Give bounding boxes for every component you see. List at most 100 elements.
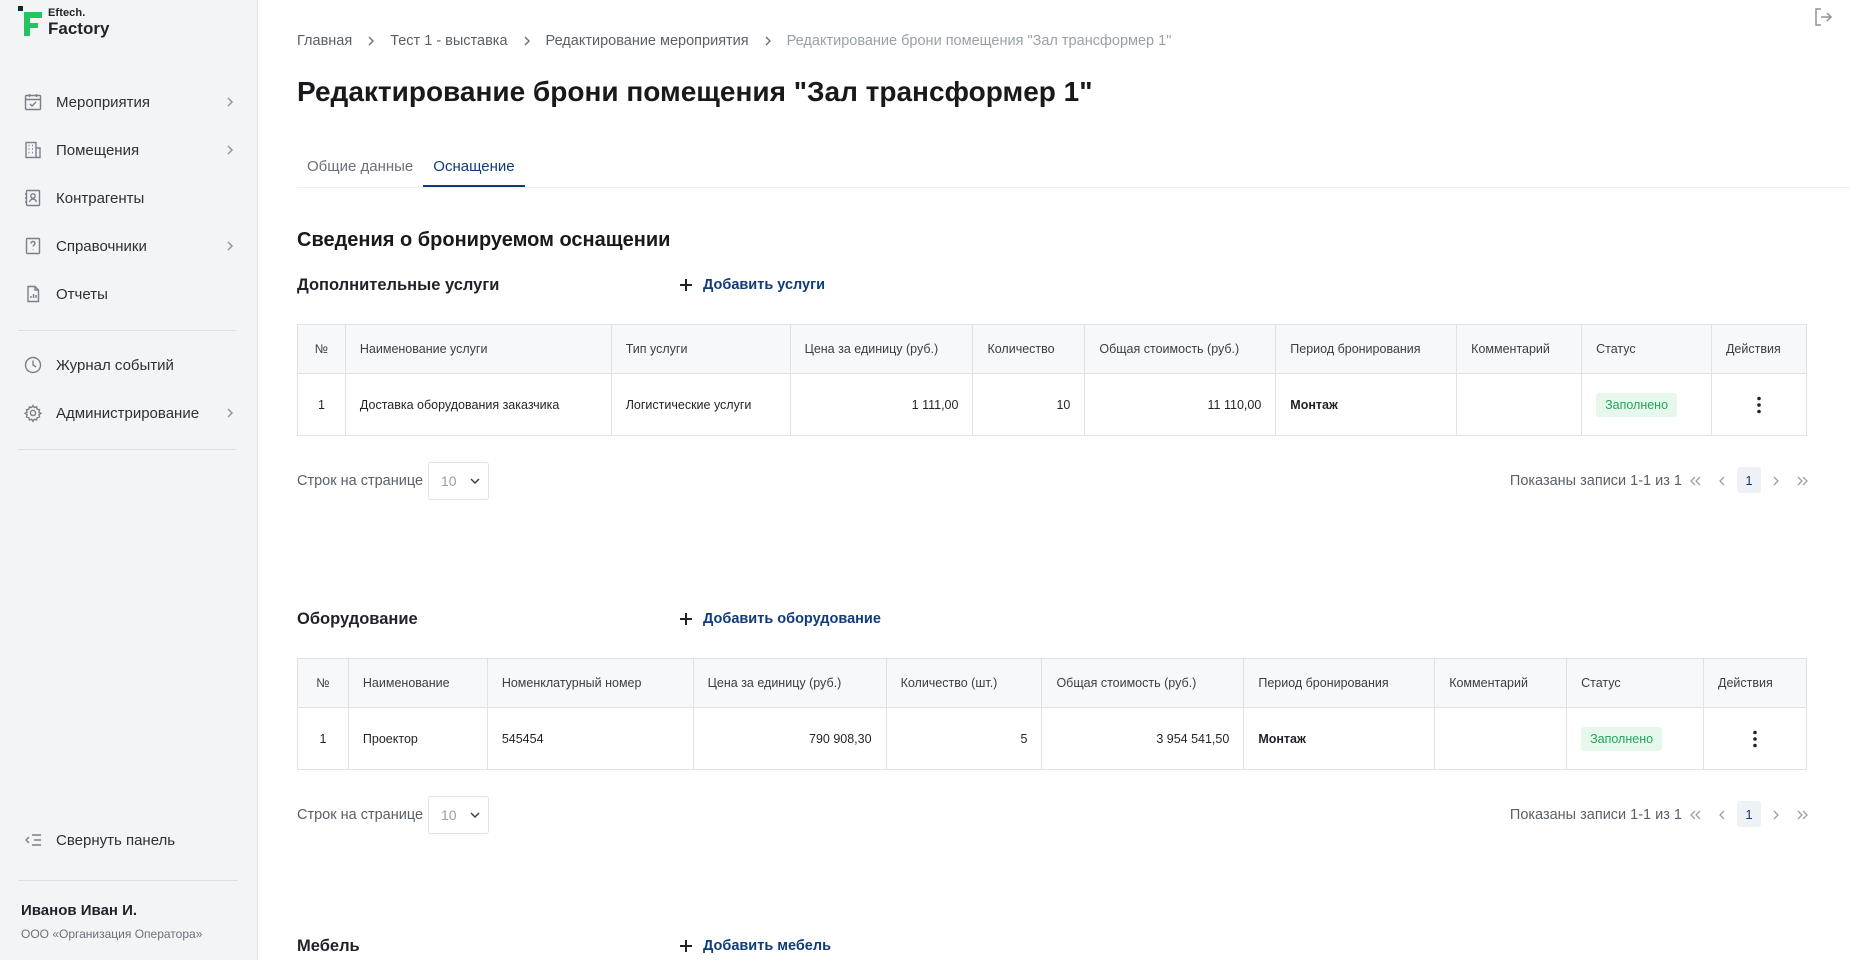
column-header: Статус bbox=[1566, 658, 1704, 708]
tab-equipment[interactable]: Оснащение bbox=[423, 150, 525, 187]
column-header: Общая стоимость (руб.) bbox=[1084, 324, 1277, 374]
tabs: Общие данные Оснащение bbox=[297, 150, 525, 187]
sidebar-item-label: Мероприятия bbox=[56, 93, 151, 111]
table-row[interactable]: 1 Проектор 545454 790 908,30 5 3 954 541… bbox=[297, 707, 1807, 770]
collapse-panel-button[interactable]: Свернуть панель bbox=[0, 816, 258, 864]
cell-equipment-name: Проектор bbox=[347, 707, 488, 770]
rows-per-page-value: 10 bbox=[441, 807, 457, 823]
services-title: Дополнительные услуги bbox=[297, 276, 500, 294]
sidebar-item-administration[interactable]: Администрирование bbox=[0, 389, 258, 437]
services-table: № Наименование услуги Тип услуги Цена за… bbox=[297, 324, 1808, 436]
rows-per-page-select[interactable]: 10 bbox=[428, 796, 489, 834]
building-icon bbox=[22, 139, 44, 161]
sidebar-item-references[interactable]: Справочники bbox=[0, 222, 258, 270]
more-vertical-icon[interactable] bbox=[1748, 394, 1770, 416]
table-header-row: № Наименование услуги Тип услуги Цена за… bbox=[297, 324, 1808, 374]
next-page-icon[interactable] bbox=[1765, 469, 1787, 493]
cell-period: Монтаж bbox=[1275, 373, 1458, 436]
rows-per-page-value: 10 bbox=[441, 473, 457, 489]
user-name: Иванов Иван И. bbox=[21, 902, 138, 919]
status-badge: Заполнено bbox=[1596, 392, 1678, 417]
column-header: Действия bbox=[1703, 658, 1807, 708]
prev-page-icon[interactable] bbox=[1711, 803, 1733, 827]
sidebar-item-label: Администрирование bbox=[56, 404, 200, 422]
sidebar-divider bbox=[18, 449, 236, 450]
user-organization: ООО «Организация Оператора» bbox=[21, 927, 203, 941]
cell-status: Заполнено bbox=[1566, 707, 1704, 770]
cell-service-type: Логистические услуги bbox=[610, 373, 791, 436]
logo-mark-icon bbox=[18, 6, 44, 38]
last-page-icon[interactable] bbox=[1791, 803, 1813, 827]
column-header: Цена за единицу (руб.) bbox=[692, 658, 887, 708]
cell-total: 11 110,00 bbox=[1084, 373, 1277, 436]
sidebar-item-reports[interactable]: Отчеты bbox=[0, 270, 258, 318]
sidebar-divider bbox=[18, 330, 236, 331]
equipment-block: Оборудование Добавить оборудование № Наи… bbox=[297, 610, 1850, 836]
last-page-icon[interactable] bbox=[1791, 469, 1813, 493]
services-pagination: Строк на странице 10 Показаны записи 1-1… bbox=[297, 462, 1808, 502]
prev-page-icon[interactable] bbox=[1711, 469, 1733, 493]
add-equipment-button[interactable]: Добавить оборудование bbox=[679, 611, 881, 627]
add-services-button[interactable]: Добавить услуги bbox=[679, 277, 825, 293]
plus-icon bbox=[680, 279, 692, 291]
column-header: Наименование услуги bbox=[344, 324, 612, 374]
add-furniture-label: Добавить мебель bbox=[703, 938, 832, 954]
sidebar-item-label: Помещения bbox=[56, 141, 140, 159]
sidebar-item-event-log[interactable]: Журнал событий bbox=[0, 341, 258, 389]
cell-quantity: 10 bbox=[972, 373, 1086, 436]
tab-general[interactable]: Общие данные bbox=[297, 150, 423, 187]
contacts-icon bbox=[22, 187, 44, 209]
calendar-check-icon bbox=[22, 91, 44, 113]
collapse-panel-label: Свернуть панель bbox=[56, 831, 176, 849]
cell-unit-price: 1 111,00 bbox=[789, 373, 974, 436]
cell-comment bbox=[1456, 373, 1583, 436]
main-content: Главная Тест 1 - выставка Редактирование… bbox=[258, 0, 1850, 960]
rows-per-page-select[interactable]: 10 bbox=[428, 462, 489, 500]
column-header: Комментарий bbox=[1434, 658, 1568, 708]
column-header: Количество bbox=[972, 324, 1086, 374]
cell-comment bbox=[1434, 707, 1568, 770]
logout-icon[interactable] bbox=[1812, 6, 1834, 28]
user-info: Иванов Иван И. ООО «Организация Оператор… bbox=[21, 902, 202, 941]
table-header-row: № Наименование Номенклатурный номер Цена… bbox=[297, 658, 1807, 708]
equipment-pagination: Строк на странице 10 Показаны записи 1-1… bbox=[297, 796, 1808, 836]
first-page-icon[interactable] bbox=[1685, 803, 1707, 827]
more-vertical-icon[interactable] bbox=[1744, 728, 1766, 750]
brand-line1: Eftech. bbox=[48, 6, 86, 19]
cell-total: 3 954 541,50 bbox=[1041, 707, 1245, 770]
rows-per-page-label: Строк на странице bbox=[297, 473, 424, 489]
chevron-down-icon bbox=[470, 478, 480, 485]
first-page-icon[interactable] bbox=[1685, 469, 1707, 493]
chevron-right-icon bbox=[765, 36, 771, 46]
sidebar-item-rooms[interactable]: Помещения bbox=[0, 126, 258, 174]
table-row[interactable]: 1 Доставка оборудования заказчика Логист… bbox=[297, 373, 1808, 436]
collapse-menu-icon bbox=[22, 829, 44, 851]
breadcrumb-edit-event[interactable]: Редактирование мероприятия bbox=[546, 33, 749, 49]
cell-number: 1 bbox=[297, 707, 349, 770]
column-header: Статус bbox=[1581, 324, 1712, 374]
user-divider bbox=[18, 880, 238, 881]
add-services-label: Добавить услуги bbox=[703, 277, 826, 293]
column-header: Номенклатурный номер bbox=[486, 658, 694, 708]
cell-quantity: 5 bbox=[885, 707, 1043, 770]
breadcrumb-home[interactable]: Главная bbox=[297, 33, 352, 49]
add-equipment-label: Добавить оборудование bbox=[703, 611, 881, 627]
sidebar-item-contractors[interactable]: Контрагенты bbox=[0, 174, 258, 222]
sidebar-item-label: Отчеты bbox=[56, 285, 108, 303]
page-number[interactable]: 1 bbox=[1737, 801, 1761, 827]
cell-sku: 545454 bbox=[486, 707, 694, 770]
cell-actions bbox=[1703, 707, 1807, 770]
column-header: Комментарий bbox=[1456, 324, 1583, 374]
breadcrumb-event[interactable]: Тест 1 - выставка bbox=[390, 33, 507, 49]
records-shown: Показаны записи 1-1 из 1 bbox=[1509, 473, 1682, 489]
breadcrumb-current: Редактирование брони помещения "Зал тран… bbox=[786, 33, 1172, 49]
furniture-title: Мебель bbox=[297, 937, 360, 955]
brand-logo[interactable]: Eftech. Factory bbox=[18, 6, 109, 38]
cell-actions bbox=[1710, 373, 1808, 436]
add-furniture-button[interactable]: Добавить мебель bbox=[679, 938, 831, 954]
page-number[interactable]: 1 bbox=[1737, 467, 1761, 493]
column-header: Тип услуги bbox=[610, 324, 791, 374]
next-page-icon[interactable] bbox=[1765, 803, 1787, 827]
sidebar-item-events[interactable]: Мероприятия bbox=[0, 78, 258, 126]
sidebar-item-label: Журнал событий bbox=[56, 356, 174, 374]
